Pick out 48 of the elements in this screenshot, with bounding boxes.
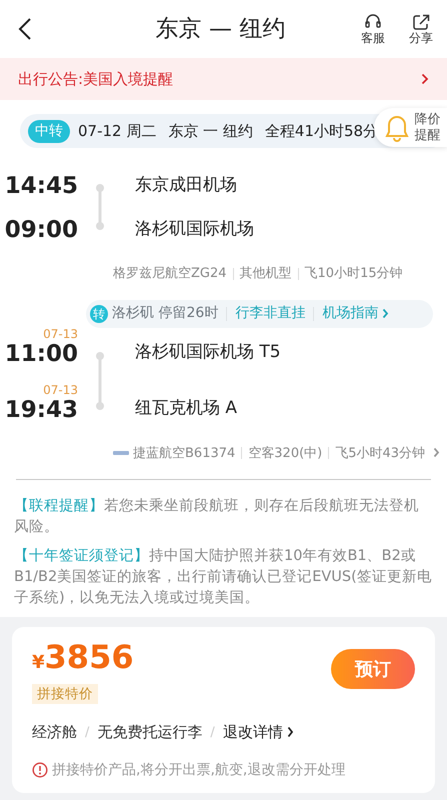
chevron-icon: [421, 73, 429, 85]
airport-name: 纽瓦克机场 A: [135, 397, 238, 420]
service-button[interactable]: 客服: [361, 12, 385, 46]
timeline-line: [96, 184, 104, 230]
flight-detail: 飞10小时15分钟: [304, 265, 403, 283]
chevron-icon: [433, 447, 440, 458]
flight-date: 07-12 周二: [78, 120, 156, 142]
notice-text: 【十年签证须登记】持中国大陆护照并获10年有效B1、B2或B1/B2美国签证的旅客，出行前请确认已登记EVUS(签证更新电子系统)，以免无法入境或过境美国。: [14, 546, 433, 608]
chevron-icon: [286, 726, 294, 738]
flight-time: 11:00: [4, 342, 78, 366]
flight-time: 14:45: [4, 175, 78, 198]
flight-detail: 空客320(中): [248, 444, 322, 462]
transfer-badge: 中转: [28, 120, 70, 142]
flight-time: 09:00: [4, 219, 78, 242]
timeline-line: [96, 352, 104, 410]
flight-detail: 其他机型: [240, 265, 292, 283]
airport-name: 洛杉矶国际机场 T5: [135, 341, 281, 364]
flight-time: 19:43: [4, 398, 78, 422]
refund-details-link[interactable]: 退改详情: [222, 721, 294, 744]
arrival-date: 07-13: [42, 382, 78, 398]
fare-option: 无免费托运行李: [97, 721, 202, 744]
route-text: 东京 一 纽约: [168, 120, 253, 142]
back-icon[interactable]: [18, 17, 32, 41]
notice-banner[interactable]: 出行公告:美国入境提醒: [0, 58, 447, 100]
share-icon: [411, 12, 431, 32]
layover-text: 洛杉矶 停留26时: [112, 304, 218, 323]
page-title: 东京 — 纽约: [154, 14, 286, 44]
flight-detail: 飞5小时43分钟: [335, 444, 426, 462]
notice-text: 【联程提醒】若您未乘坐前段航班，则存在后段航班无法登机风险。: [14, 497, 420, 538]
bell-icon: [384, 114, 410, 142]
flight-detail: 格罗兹尼航空ZG24: [113, 265, 227, 283]
warning-icon: [32, 762, 48, 778]
airport-name: 东京成田机场: [135, 174, 237, 196]
price-alert-button[interactable]: 降价提醒: [374, 108, 447, 148]
transfer-badge: 转: [90, 304, 108, 322]
flight-detail: 捷蓝航空B61374: [133, 444, 236, 462]
airline-logo-icon: [113, 450, 129, 456]
baggage-text: 行李非直挂: [235, 304, 306, 323]
price-text: ¥3856: [32, 641, 134, 674]
fare-tag: 拼接特价: [32, 684, 98, 704]
arrival-date: 07-13: [42, 326, 78, 342]
separator-text: /: [85, 724, 90, 742]
fare-option: 经济舱: [32, 721, 77, 744]
share-button[interactable]: 分享: [409, 12, 433, 46]
airport-name: 洛杉矶国际机场: [135, 218, 254, 240]
chevron-icon: [382, 308, 390, 319]
separator-text: /: [210, 724, 215, 742]
warning-text: 拼接特价产品,将分开出票,航变,退改需分开处理: [52, 760, 346, 780]
